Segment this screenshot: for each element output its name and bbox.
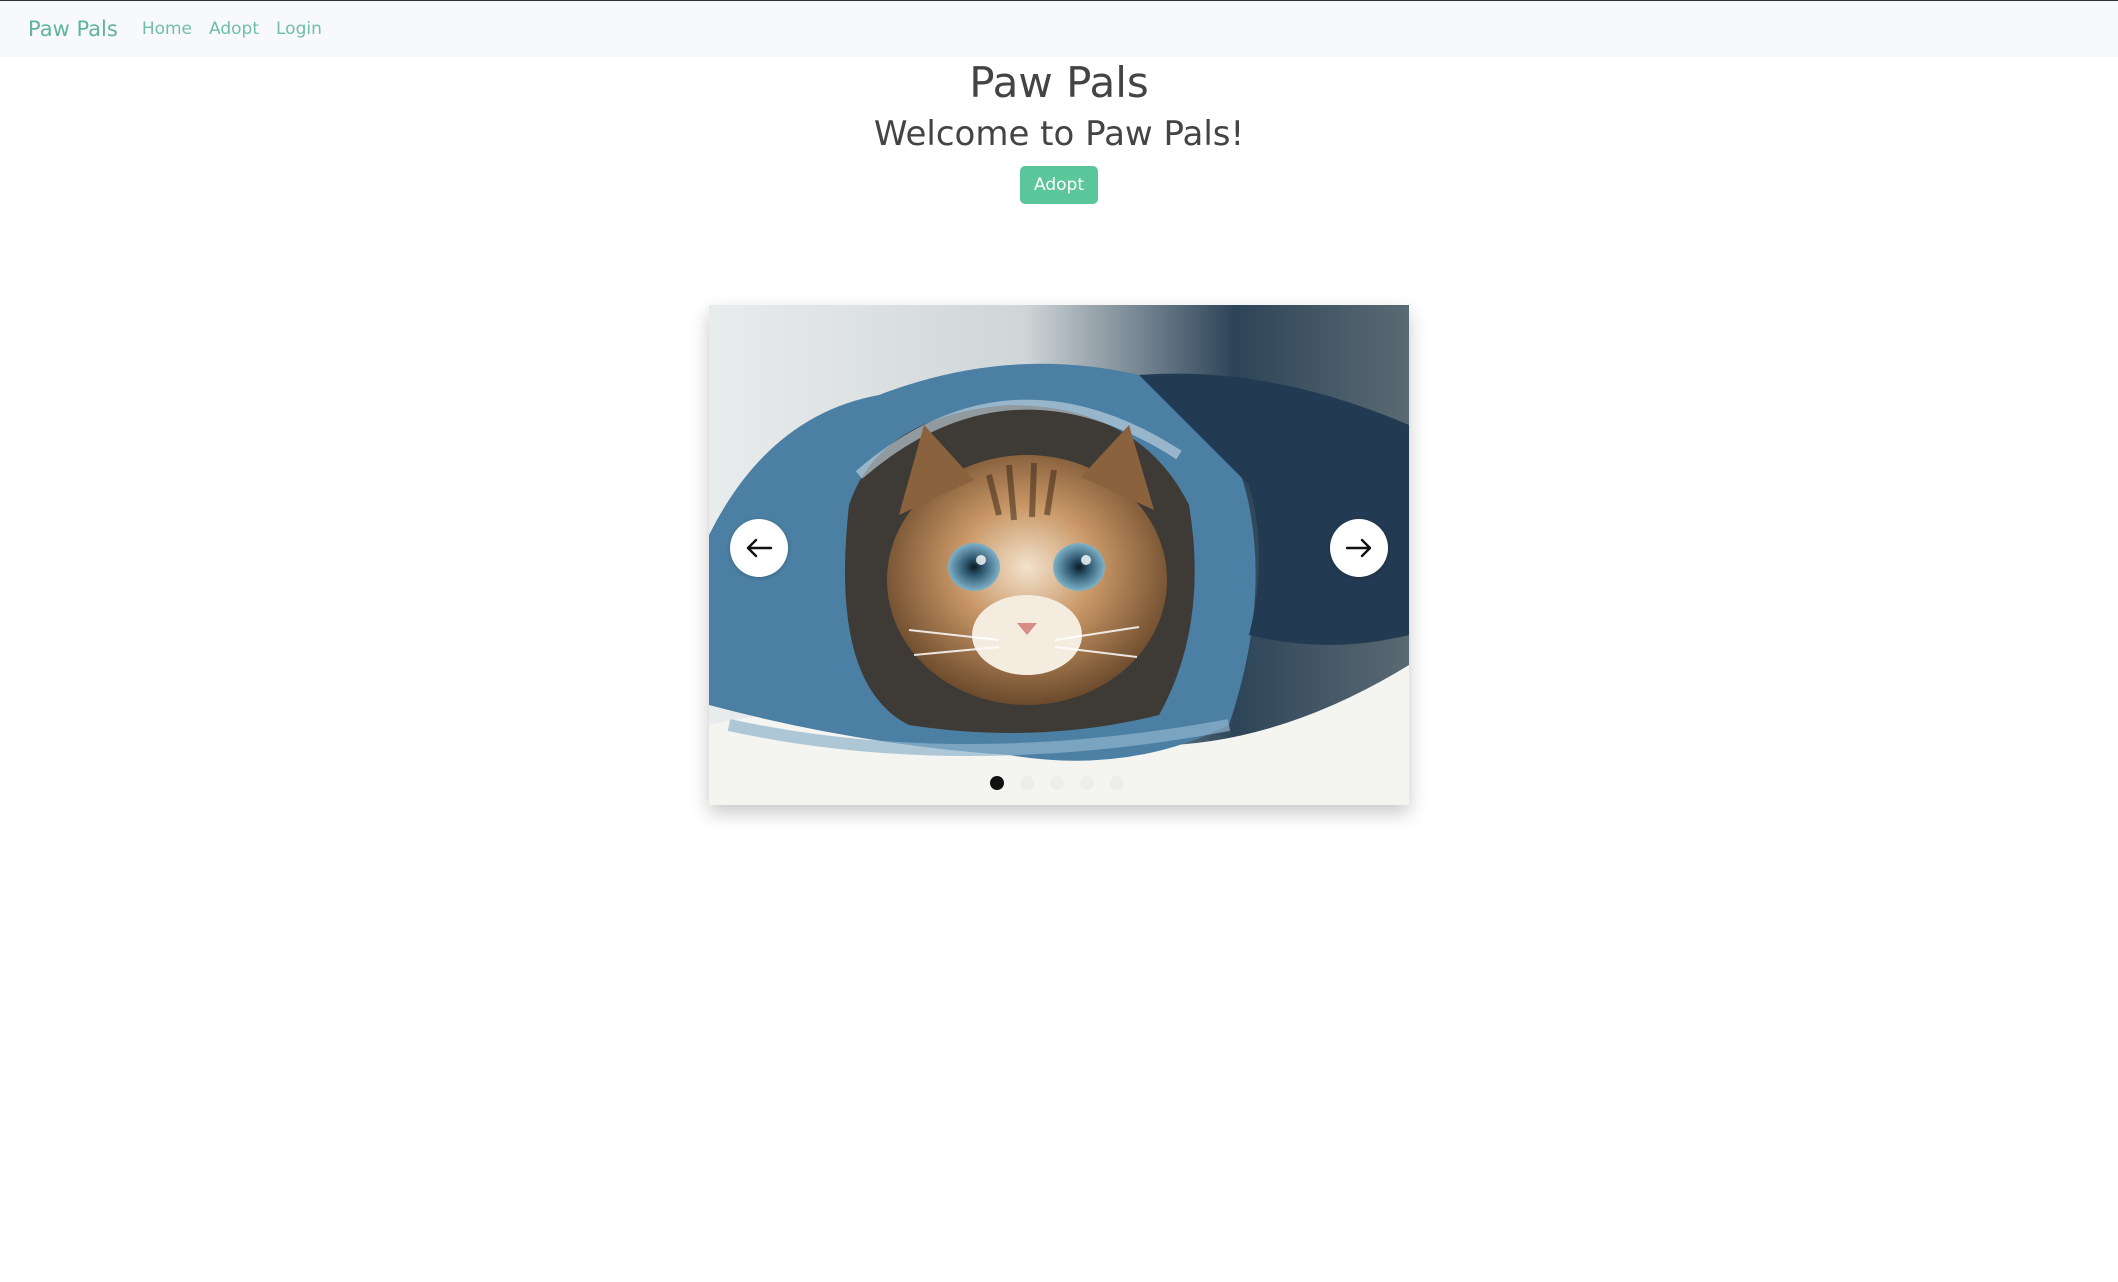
- carousel-dot-2[interactable]: [1020, 776, 1034, 790]
- carousel-dot-5[interactable]: [1110, 776, 1124, 790]
- carousel-dot-3[interactable]: [1050, 776, 1064, 790]
- page-subtitle: Welcome to Paw Pals!: [873, 114, 1245, 154]
- arrow-left-icon: [746, 538, 773, 558]
- navbar: Paw Pals Home Adopt Login: [0, 1, 2118, 57]
- nav-link-adopt[interactable]: Adopt: [209, 19, 259, 39]
- brand-link[interactable]: Paw Pals: [28, 17, 118, 41]
- adopt-button[interactable]: Adopt: [1020, 166, 1098, 204]
- arrow-right-icon: [1345, 538, 1372, 558]
- carousel-prev-button[interactable]: [730, 519, 788, 577]
- image-carousel: [709, 305, 1409, 805]
- page-title: Paw Pals: [969, 58, 1149, 107]
- nav-link-login[interactable]: Login: [276, 19, 322, 39]
- hero: Paw Pals Welcome to Paw Pals! Adopt: [0, 58, 2118, 204]
- carousel-next-button[interactable]: [1330, 519, 1388, 577]
- carousel-dot-1[interactable]: [990, 776, 1004, 790]
- carousel-dot-4[interactable]: [1080, 776, 1094, 790]
- nav-links: Home Adopt Login: [142, 19, 339, 39]
- nav-link-home[interactable]: Home: [142, 19, 192, 39]
- carousel-indicators: [990, 776, 1140, 790]
- kitten-photo: [709, 305, 1409, 805]
